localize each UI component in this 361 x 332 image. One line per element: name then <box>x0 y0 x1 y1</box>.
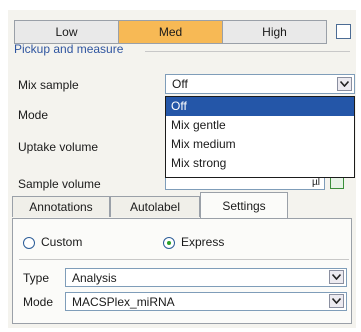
express-label: Express <box>181 235 225 249</box>
group-border <box>145 51 350 52</box>
type-value: Analysis <box>72 271 117 285</box>
mix-sample-label: Mix sample <box>18 78 79 92</box>
tab-autolabel[interactable]: Autolabel <box>110 196 200 217</box>
chevron-down-icon[interactable] <box>329 270 344 284</box>
segment-med[interactable]: Med <box>119 21 223 43</box>
uptake-volume-label: Uptake volume <box>18 140 99 154</box>
settings-mode-value: MACSPlex_miRNA <box>72 295 175 309</box>
custom-radio[interactable] <box>23 237 35 249</box>
chevron-down-icon[interactable] <box>337 77 352 91</box>
dropdown-option-off[interactable]: Off <box>166 97 354 116</box>
sample-volume-label: Sample volume <box>18 177 101 191</box>
mix-sample-value: Off <box>172 77 188 91</box>
tab-settings[interactable]: Settings <box>200 192 288 218</box>
settings-tab-content: Custom Express Type Analysis Mode MACSPl… <box>12 218 352 324</box>
dropdown-option-mix-strong[interactable]: Mix strong <box>166 154 354 173</box>
dropdown-option-mix-medium[interactable]: Mix medium <box>166 135 354 154</box>
custom-label: Custom <box>41 235 83 249</box>
settings-mode-label: Mode <box>23 295 54 309</box>
type-label: Type <box>23 271 50 285</box>
type-select[interactable]: Analysis <box>65 268 347 287</box>
speed-segmented-control: Low Med High <box>14 20 327 44</box>
express-radio[interactable] <box>163 237 175 249</box>
radio-dot-icon <box>167 241 171 245</box>
mix-sample-dropdown: Off Mix gentle Mix medium Mix strong <box>165 96 355 178</box>
chevron-down-icon[interactable] <box>329 294 344 308</box>
divider <box>19 259 349 260</box>
mix-sample-select[interactable]: Off <box>165 74 355 94</box>
settings-mode-select[interactable]: MACSPlex_miRNA <box>65 292 347 311</box>
segment-high[interactable]: High <box>223 21 326 43</box>
sample-volume-unit: µl <box>312 177 320 188</box>
dropdown-option-mix-gentle[interactable]: Mix gentle <box>166 116 354 135</box>
option-checkbox[interactable] <box>336 24 351 39</box>
tab-annotations[interactable]: Annotations <box>12 196 110 217</box>
segment-low[interactable]: Low <box>15 21 119 43</box>
mode-label: Mode <box>18 108 49 122</box>
pickup-group-title: Pickup and measure <box>14 42 124 56</box>
sample-volume-input[interactable]: µl <box>165 176 325 190</box>
